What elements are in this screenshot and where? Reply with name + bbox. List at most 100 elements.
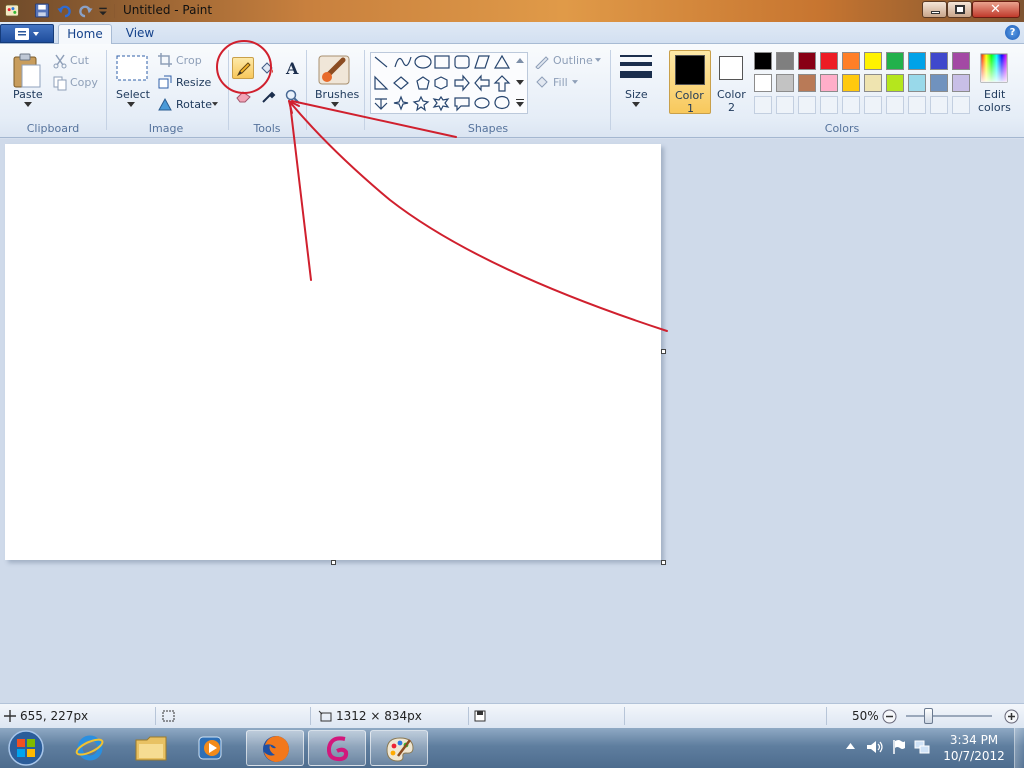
color-swatch[interactable] [842,52,860,70]
color-swatch[interactable] [864,74,882,92]
maximize-button[interactable] [947,1,972,18]
edit-colors-label-2[interactable]: colors [978,101,1011,114]
taskbar-internet-explorer[interactable] [62,730,120,766]
paste-dropdown-icon[interactable] [24,102,32,107]
color-swatch[interactable] [886,74,904,92]
action-center-flag-icon[interactable] [892,739,906,755]
color-swatch[interactable] [930,74,948,92]
color-swatch[interactable] [842,96,860,114]
size-button[interactable]: Size [625,88,648,101]
rotate-button[interactable]: Rotate [176,98,212,111]
taskbar-app[interactable] [308,730,366,766]
color-swatch[interactable] [798,52,816,70]
show-hidden-icons-icon[interactable] [846,743,855,749]
pencil-tool[interactable] [232,57,254,79]
color-swatch[interactable] [952,96,970,114]
show-desktop-button[interactable] [1014,728,1024,768]
color1-button[interactable]: Color 1 [669,50,711,115]
workspace [0,139,1024,703]
tab-view[interactable]: View [116,24,164,45]
clock-time[interactable]: 3:34 PM [938,733,1010,747]
taskbar-file-explorer[interactable] [122,730,180,766]
minimize-button[interactable] [922,1,947,18]
taskbar-firefox[interactable] [246,730,304,766]
select-dropdown-icon[interactable] [127,102,135,107]
shapes-gallery-icons[interactable] [371,53,527,113]
copy-button[interactable]: Copy [70,76,98,89]
color-swatch[interactable] [952,74,970,92]
select-button[interactable]: Select [116,88,150,101]
undo-icon[interactable] [56,3,72,18]
resize-button[interactable]: Resize [176,76,211,89]
color-swatch[interactable] [908,74,926,92]
color2-button[interactable]: Color 2 [714,50,750,114]
color-swatch[interactable] [754,96,772,114]
color-swatch[interactable] [754,52,772,70]
color-swatch[interactable] [908,52,926,70]
fill-button[interactable]: Fill [553,76,568,89]
paint-app-icon[interactable] [4,3,20,18]
redo-icon[interactable] [78,3,94,18]
magnifier-icon[interactable] [284,88,300,104]
eraser-icon[interactable] [236,89,252,103]
canvas-resize-handle-right[interactable] [661,349,666,354]
color-swatch[interactable] [820,96,838,114]
color-swatch[interactable] [864,52,882,70]
color-swatch[interactable] [842,74,860,92]
color-swatch[interactable] [798,74,816,92]
canvas-resize-handle-corner[interactable] [661,560,666,565]
size-icon[interactable] [620,54,652,80]
zoom-out-icon[interactable] [882,709,897,724]
color-swatch[interactable] [776,74,794,92]
color-swatch[interactable] [952,52,970,70]
brushes-icon[interactable] [317,52,353,86]
rotate-dropdown-icon[interactable] [212,102,218,106]
network-icon[interactable] [914,739,930,755]
color-swatch[interactable] [776,52,794,70]
help-icon[interactable]: ? [1005,25,1020,40]
zoom-slider-track[interactable] [906,715,992,717]
color-swatch[interactable] [930,96,948,114]
taskbar-paint[interactable] [370,730,428,766]
outline-dropdown-icon[interactable] [595,58,601,62]
color-swatch[interactable] [886,96,904,114]
color-swatch[interactable] [820,52,838,70]
shapes-scroll-icons[interactable] [516,58,524,108]
color-swatch[interactable] [930,52,948,70]
tab-home[interactable]: Home [58,24,112,45]
color-swatch[interactable] [798,96,816,114]
cut-button[interactable]: Cut [70,54,89,67]
paint-menu-button[interactable] [0,24,54,43]
color-swatch[interactable] [820,74,838,92]
close-button[interactable]: ✕ [972,1,1020,18]
color-swatch[interactable] [886,52,904,70]
drawing-canvas[interactable] [5,144,661,560]
fill-bucket-icon[interactable] [259,61,275,77]
paste-icon[interactable] [12,53,42,89]
color-swatch[interactable] [754,74,772,92]
canvas-resize-handle-bottom[interactable] [331,560,336,565]
color-swatch[interactable] [776,96,794,114]
edit-colors-label[interactable]: Edit [984,88,1005,101]
zoom-in-icon[interactable] [1004,709,1019,724]
clock-date[interactable]: 10/7/2012 [938,749,1010,763]
color-picker-icon[interactable] [261,88,277,104]
zoom-slider-thumb[interactable] [924,708,933,724]
brushes-dropdown-icon[interactable] [331,102,339,107]
select-icon[interactable] [116,55,148,81]
outline-button[interactable]: Outline [553,54,593,67]
status-divider [468,707,469,725]
paste-button[interactable]: Paste [13,88,43,101]
start-button-icon[interactable] [6,729,46,767]
volume-icon[interactable] [866,740,884,754]
color-swatch[interactable] [864,96,882,114]
crop-button[interactable]: Crop [176,54,202,67]
color-swatch[interactable] [908,96,926,114]
taskbar-media-player[interactable] [184,730,242,766]
text-tool-icon[interactable]: A [283,59,301,77]
save-icon[interactable] [34,3,50,18]
brushes-button[interactable]: Brushes [315,88,359,101]
size-dropdown-icon[interactable] [632,102,640,107]
quick-access-dropdown-icon[interactable] [98,3,108,18]
fill-dropdown-icon[interactable] [572,80,578,84]
